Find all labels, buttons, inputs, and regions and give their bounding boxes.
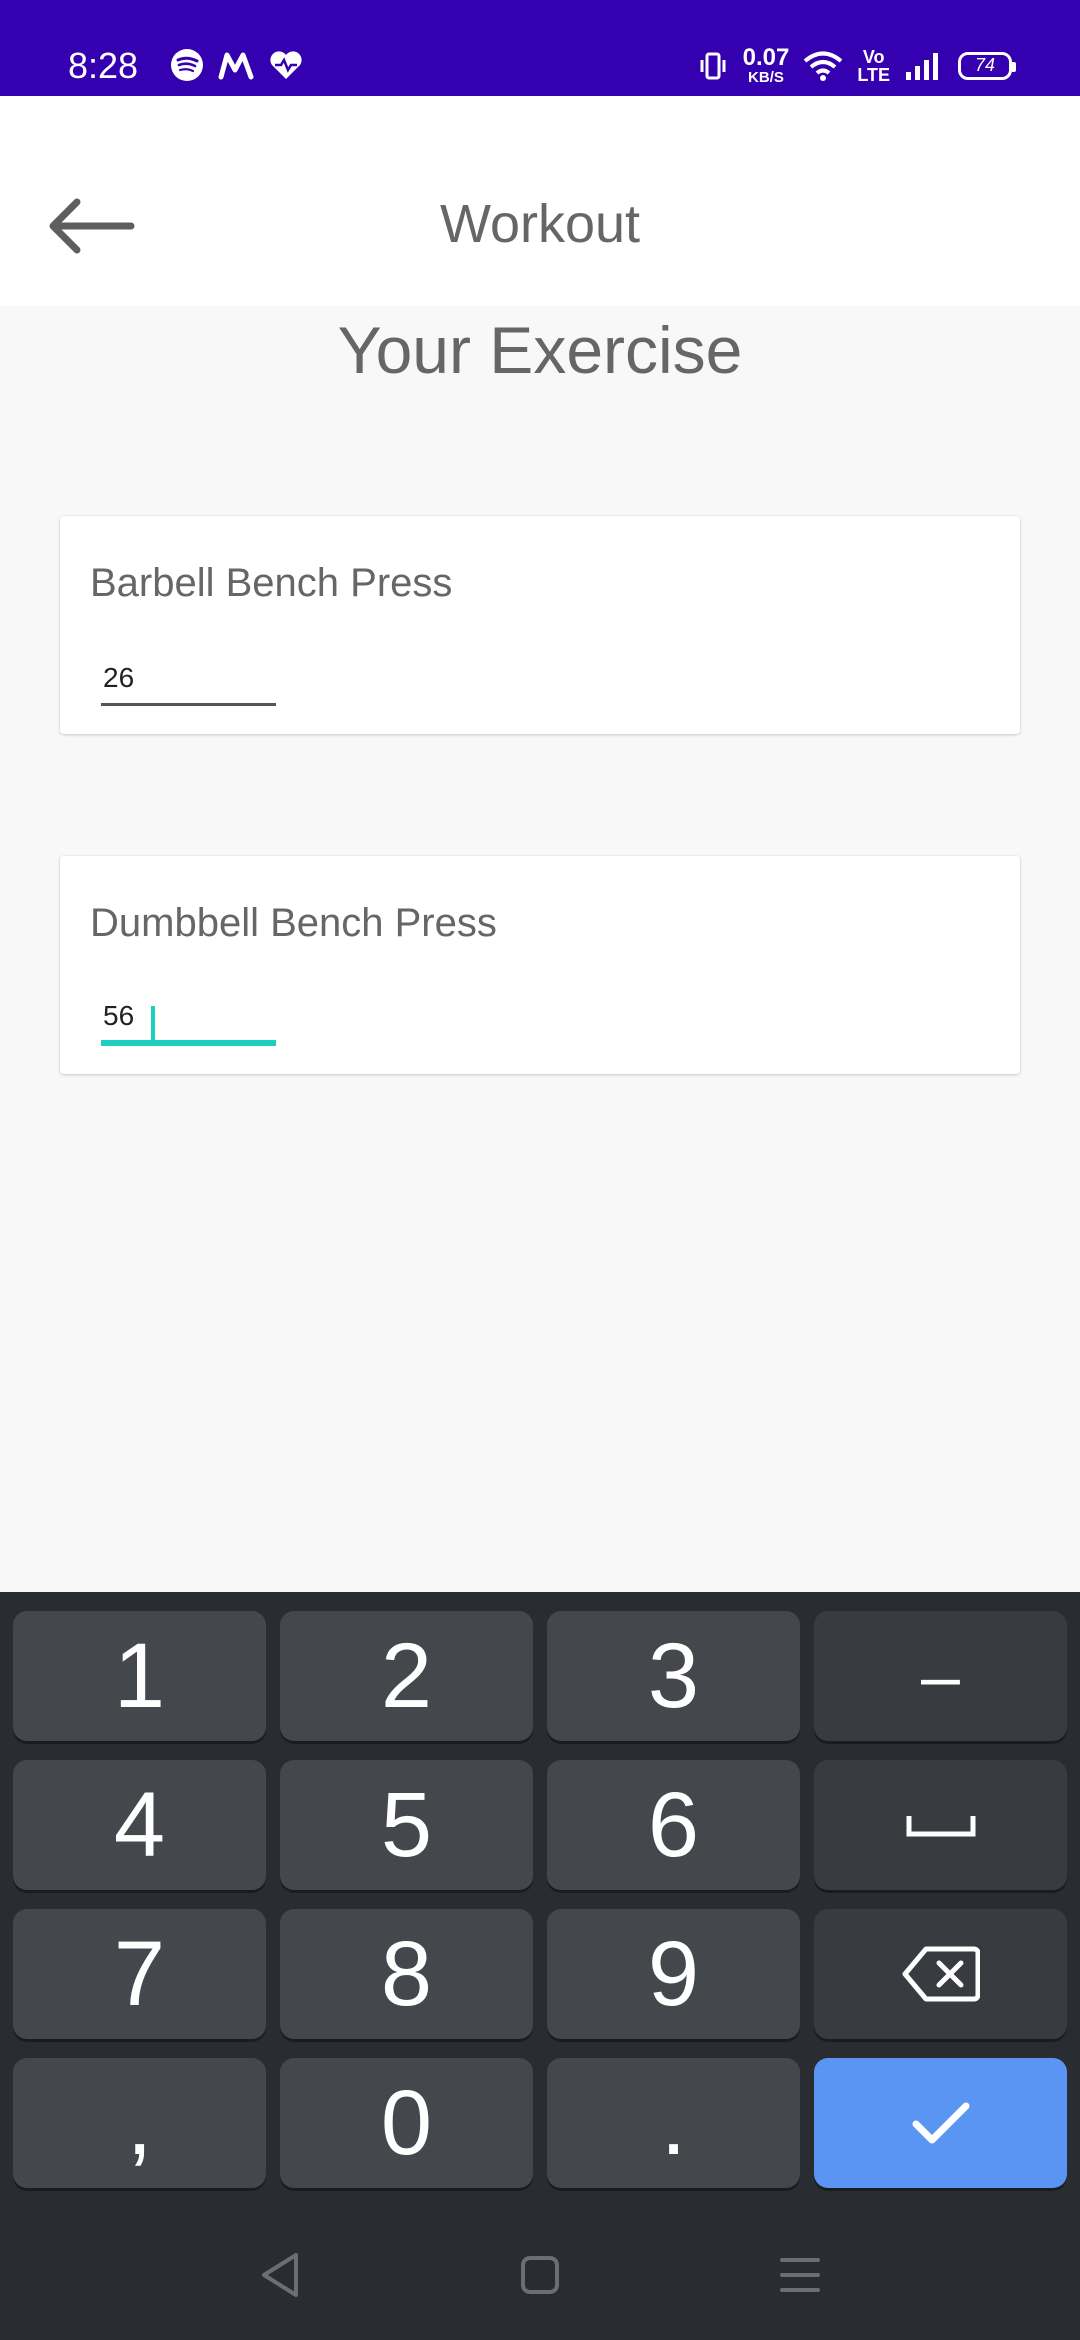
heart-health-icon xyxy=(270,51,302,79)
key-9[interactable]: 9 xyxy=(547,1909,800,2039)
nav-back-button[interactable] xyxy=(245,2240,315,2310)
page-heading: Your Exercise xyxy=(337,313,743,387)
exercise-card: Barbell Bench Press xyxy=(60,516,1020,734)
key-0[interactable]: 0 xyxy=(280,2058,533,2188)
key-3[interactable]: 3 xyxy=(547,1611,800,1741)
back-triangle-icon xyxy=(262,2253,298,2297)
key-1[interactable]: 1 xyxy=(13,1611,266,1741)
status-right: 0.07 KB/S Vo LTE 74 xyxy=(697,44,1016,86)
app-title: Workout xyxy=(439,194,641,254)
app-bar: Workout xyxy=(0,96,1080,306)
vibrate-icon xyxy=(700,52,726,79)
key-4[interactable]: 4 xyxy=(13,1760,266,1890)
key-minus[interactable]: – xyxy=(814,1611,1067,1741)
exercise-value-input[interactable] xyxy=(101,996,276,1046)
status-bar: 8:28 0.07 KB/S Vo LTE 74 xyxy=(0,0,1080,96)
key-6[interactable]: 6 xyxy=(547,1760,800,1890)
key-enter[interactable] xyxy=(814,2058,1067,2188)
check-icon xyxy=(912,2102,969,2144)
key-period[interactable]: . xyxy=(547,2058,800,2188)
key-8[interactable]: 8 xyxy=(280,1909,533,2039)
nav-home-button[interactable] xyxy=(505,2240,575,2310)
text-cursor xyxy=(151,1006,155,1044)
volte-indicator: Vo LTE xyxy=(857,46,890,85)
key-7[interactable]: 7 xyxy=(13,1909,266,2039)
battery-icon: 74 xyxy=(958,51,1016,80)
exercise-card: Dumbbell Bench Press xyxy=(60,856,1020,1074)
exercise-name: Barbell Bench Press xyxy=(90,561,453,605)
exercise-value-input[interactable] xyxy=(101,656,276,706)
key-5[interactable]: 5 xyxy=(280,1760,533,1890)
spotify-icon xyxy=(171,49,203,81)
status-time: 8:28 xyxy=(68,45,139,86)
status-app-icons xyxy=(170,48,304,82)
key-backspace[interactable] xyxy=(814,1909,1067,2039)
recents-menu-icon xyxy=(780,2258,820,2292)
key-2[interactable]: 2 xyxy=(280,1611,533,1741)
key-space[interactable] xyxy=(814,1760,1067,1890)
system-nav-bar xyxy=(0,2200,1080,2340)
wifi-icon xyxy=(804,51,843,81)
m-app-icon xyxy=(218,52,254,80)
home-square-icon xyxy=(521,2256,559,2294)
network-speed: 0.07 KB/S xyxy=(742,44,790,86)
key-comma[interactable]: , xyxy=(13,2058,266,2188)
space-icon xyxy=(906,1816,975,1837)
exercise-name: Dumbbell Bench Press xyxy=(90,901,497,945)
backspace-icon xyxy=(902,1946,980,2002)
nav-recents-button[interactable] xyxy=(765,2240,835,2310)
signal-icon xyxy=(906,52,938,80)
